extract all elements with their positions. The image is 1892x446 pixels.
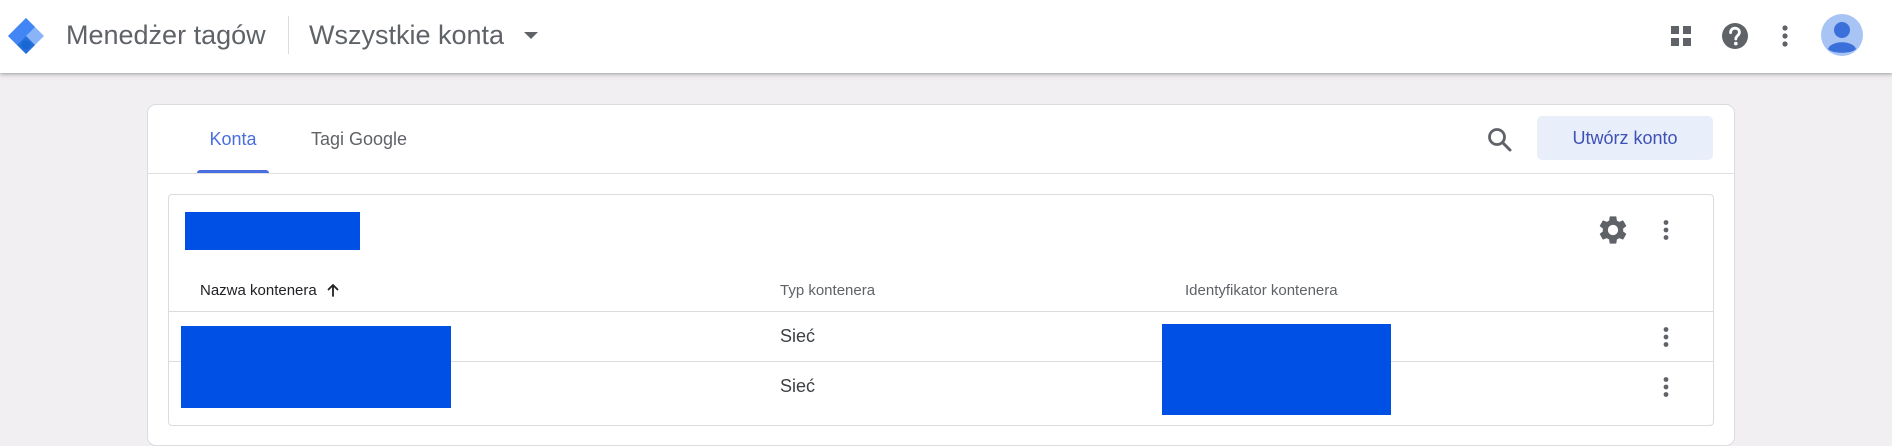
sort-ascending-arrow-icon xyxy=(327,284,339,297)
more-vert-icon[interactable] xyxy=(1768,19,1802,53)
tab-google-tags[interactable]: Tagi Google xyxy=(304,105,414,173)
settings-gear-icon[interactable] xyxy=(1596,213,1630,247)
column-header-container-type[interactable]: Typ kontenera xyxy=(780,269,875,311)
container-id-redacted[interactable] xyxy=(1162,324,1391,415)
apps-icon[interactable] xyxy=(1664,19,1698,53)
container-type-cell: Sieć xyxy=(780,326,816,346)
active-tab-indicator xyxy=(197,170,269,173)
account-more-vert-icon[interactable] xyxy=(1651,215,1681,245)
app-title[interactable]: Menedżer tagów xyxy=(66,18,266,52)
tab-bar: Konta Tagi Google Utwórz konto xyxy=(148,105,1734,174)
column-header-container-name[interactable]: Nazwa kontenera xyxy=(200,269,341,311)
tab-accounts-label: Konta xyxy=(209,128,257,149)
row-more-vert-icon[interactable] xyxy=(1651,322,1681,352)
container-name-redacted[interactable] xyxy=(181,326,451,408)
top-app-bar: Menedżer tagów Wszystkie konta xyxy=(0,0,1892,73)
search-icon[interactable] xyxy=(1485,125,1515,155)
column-header-container-id[interactable]: Identyfikator kontenera xyxy=(1185,269,1338,311)
column-header-label: Nazwa kontenera xyxy=(200,281,317,299)
header-divider xyxy=(288,16,289,54)
dropdown-caret-icon xyxy=(524,31,539,39)
tag-manager-logo-icon[interactable] xyxy=(6,16,46,56)
account-name-redacted[interactable] xyxy=(185,212,360,250)
container-type-cell: Sieć xyxy=(780,376,816,396)
tab-google-tags-label: Tagi Google xyxy=(310,128,408,149)
account-avatar-icon[interactable] xyxy=(1820,13,1864,57)
account-picker[interactable]: Wszystkie konta xyxy=(309,18,539,52)
tab-accounts[interactable]: Konta xyxy=(197,105,269,173)
help-icon[interactable] xyxy=(1718,19,1752,53)
table-header: Nazwa kontenera Typ kontenera Identyfika… xyxy=(169,269,1713,312)
account-picker-label: Wszystkie konta xyxy=(309,20,505,50)
create-account-button[interactable]: Utwórz konto xyxy=(1537,116,1713,160)
row-more-vert-icon[interactable] xyxy=(1651,372,1681,402)
